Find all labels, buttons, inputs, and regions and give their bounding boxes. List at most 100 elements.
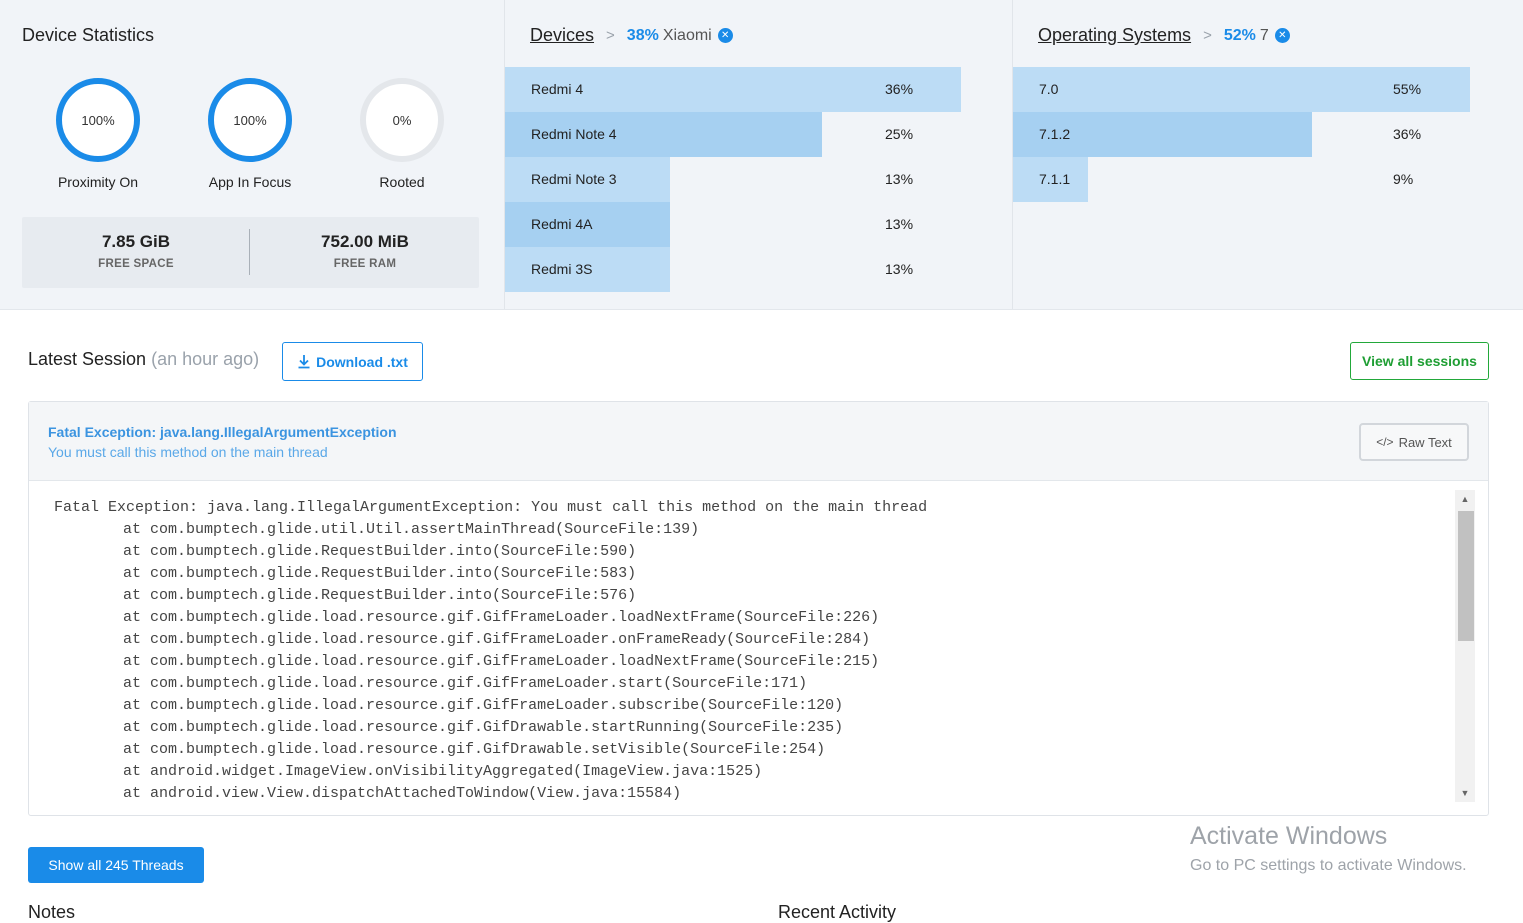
memory-divider xyxy=(249,229,250,275)
raw-text-button[interactable]: </> Raw Text xyxy=(1359,423,1469,461)
raw-text-label: Raw Text xyxy=(1398,434,1452,450)
stack-trace-line: at com.bumptech.glide.load.resource.gif.… xyxy=(123,631,871,648)
bar-name: 7.1.1 xyxy=(1039,171,1071,187)
stack-trace-line: at com.bumptech.glide.RequestBuilder.int… xyxy=(123,565,637,582)
devices-breadcrumb: Devices > 38% Xiaomi ✕ xyxy=(530,25,733,46)
download-label: Download .txt xyxy=(316,353,408,370)
bar-percent: 25% xyxy=(885,126,914,142)
free-space-value: 7.85 GiB xyxy=(101,232,171,251)
bar-row[interactable]: 7.0 55% xyxy=(1013,67,1523,112)
scroll-up-icon[interactable]: ▲ xyxy=(1455,490,1475,508)
exception-title: Fatal Exception: java.lang.IllegalArgume… xyxy=(48,424,397,440)
gauge-ring: 100% xyxy=(208,78,292,162)
clear-filter-icon[interactable]: ✕ xyxy=(1274,28,1290,43)
bar-row[interactable]: Redmi 3S 13% xyxy=(505,247,1012,292)
view-all-sessions-button[interactable]: View all sessions xyxy=(1350,342,1489,380)
bar-percent: 36% xyxy=(885,81,914,97)
gauge-value: 0% xyxy=(392,112,412,128)
stack-trace-line: at com.bumptech.glide.load.resource.gif.… xyxy=(123,609,880,626)
bar-name: Redmi 3S xyxy=(531,261,593,277)
bar-name: 7.1.2 xyxy=(1039,126,1071,142)
gauge-label: App In Focus xyxy=(208,174,292,190)
bar-name: 7.0 xyxy=(1039,81,1059,97)
device-statistics-panel: Device Statistics 100% Proximity On 100%… xyxy=(0,0,504,309)
bar-name: Redmi Note 4 xyxy=(531,126,617,142)
os-breadcrumb: Operating Systems > 52% 7 ✕ xyxy=(1038,25,1290,46)
bar-name: Redmi 4A xyxy=(531,216,593,232)
gauge-value: 100% xyxy=(233,112,267,128)
stack-trace-line: at com.bumptech.glide.load.resource.gif.… xyxy=(123,675,808,692)
gauge-ring: 0% xyxy=(360,78,444,162)
stack-trace-line: at com.bumptech.glide.load.resource.gif.… xyxy=(123,697,844,714)
gauge-value: 100% xyxy=(81,112,115,128)
os-bar-list: 7.0 55% 7.1.2 36% 7.1.1 9% xyxy=(1013,67,1523,202)
bar-name: Redmi Note 3 xyxy=(531,171,617,187)
device-statistics-title: Device Statistics xyxy=(22,25,155,45)
devices-filter-value: Xiaomi xyxy=(662,26,712,44)
stack-trace-line: Fatal Exception: java.lang.IllegalArgume… xyxy=(54,499,928,516)
stack-trace-scrollbar[interactable]: ▲ ▼ xyxy=(1455,490,1475,802)
show-all-threads-button[interactable]: Show all 245 Threads xyxy=(28,847,204,883)
bar-name: Redmi 4 xyxy=(531,81,584,97)
bar-row[interactable]: 7.1.1 9% xyxy=(1013,157,1523,202)
scroll-thumb[interactable] xyxy=(1458,511,1474,641)
devices-link[interactable]: Devices xyxy=(530,25,594,46)
session-title: Latest Session xyxy=(28,349,147,369)
clear-filter-icon[interactable]: ✕ xyxy=(717,28,733,43)
exception-panel: Fatal Exception: java.lang.IllegalArgume… xyxy=(28,401,1489,816)
devices-panel: Devices > 38% Xiaomi ✕ Redmi 4 36% Redmi N… xyxy=(504,0,1012,309)
memory-summary: 7.85 GiB FREE SPACE 752.00 MiB FREE RAM xyxy=(22,217,479,288)
stack-trace-line: at android.view.View.dispatchAttachedToW… xyxy=(123,785,682,802)
stack-trace-line: at com.bumptech.glide.load.resource.gif.… xyxy=(123,741,826,758)
watermark-title: Activate Windows xyxy=(1190,822,1388,850)
devices-bar-list: Redmi 4 36% Redmi Note 4 25% Redmi Note 3 13%… xyxy=(505,67,1012,292)
stack-trace-line: at com.bumptech.glide.util.Util.assertMa… xyxy=(123,521,700,538)
gauge-label: Proximity On xyxy=(57,174,139,190)
stack-trace[interactable]: Fatal Exception: java.lang.IllegalArgume… xyxy=(54,497,1454,805)
gauge-label: Rooted xyxy=(379,174,425,190)
os-filter-value: 7 xyxy=(1259,26,1269,44)
code-icon: </> xyxy=(1376,435,1394,449)
exception-message: You must call this method on the main th… xyxy=(48,444,328,460)
breadcrumb-separator: > xyxy=(606,27,615,44)
gauge-rooted: 0% Rooted xyxy=(360,78,444,190)
stack-trace-line: at com.bumptech.glide.RequestBuilder.int… xyxy=(123,587,637,604)
windows-activation-watermark: Activate Windows Go to PC settings to ac… xyxy=(1190,822,1467,875)
stack-trace-line: at com.bumptech.glide.load.resource.gif.… xyxy=(123,719,844,736)
bar-row[interactable]: Redmi Note 4 25% xyxy=(505,112,1012,157)
gauge-ring: 100% xyxy=(56,78,140,162)
bar-row[interactable]: Redmi 4 36% xyxy=(505,67,1012,112)
gauge-proximity-on: 100% Proximity On xyxy=(56,78,140,190)
session-time-ago: (an hour ago) xyxy=(151,349,260,369)
free-ram-value: 752.00 MiB xyxy=(321,232,409,251)
free-ram-label: FREE RAM xyxy=(333,258,397,270)
stats-band: Device Statistics 100% Proximity On 100%… xyxy=(0,0,1523,310)
latest-session-heading: Latest Session (an hour ago) xyxy=(28,349,259,370)
operating-systems-panel: Operating Systems > 52% 7 ✕ 7.0 55% 7.1.2 3… xyxy=(1012,0,1523,309)
bar-percent: 13% xyxy=(885,216,914,232)
bar-row[interactable]: Redmi Note 3 13% xyxy=(505,157,1012,202)
stack-trace-line: at com.bumptech.glide.load.resource.gif.… xyxy=(123,653,880,670)
download-icon xyxy=(298,355,310,369)
bar-percent: 9% xyxy=(1393,171,1414,187)
breadcrumb-separator: > xyxy=(1203,27,1212,44)
bar-percent: 13% xyxy=(885,261,914,277)
recent-activity-heading: Recent Activity xyxy=(778,902,897,922)
free-ram-stat: 752.00 MiB FREE RAM xyxy=(251,217,479,288)
free-space-label: FREE SPACE xyxy=(98,258,174,270)
scroll-down-icon[interactable]: ▼ xyxy=(1455,784,1475,802)
notes-heading: Notes xyxy=(28,902,76,922)
bar-percent: 36% xyxy=(1393,126,1422,142)
os-filter-percent: 52% xyxy=(1223,26,1256,44)
bar-percent: 55% xyxy=(1393,81,1422,97)
bar-percent: 13% xyxy=(885,171,914,187)
bar-row[interactable]: Redmi 4A 13% xyxy=(505,202,1012,247)
stack-trace-line: at android.widget.ImageView.onVisibility… xyxy=(123,763,763,780)
operating-systems-link[interactable]: Operating Systems xyxy=(1038,25,1191,46)
bar-row[interactable]: 7.1.2 36% xyxy=(1013,112,1523,157)
gauge-app-in-focus: 100% App In Focus xyxy=(208,78,292,190)
download-txt-button[interactable]: Download .txt xyxy=(282,342,423,381)
exception-header: Fatal Exception: java.lang.IllegalArgume… xyxy=(29,402,1488,481)
devices-filter-percent: 38% xyxy=(626,26,659,44)
watermark-subtitle: Go to PC settings to activate Windows. xyxy=(1190,857,1467,874)
